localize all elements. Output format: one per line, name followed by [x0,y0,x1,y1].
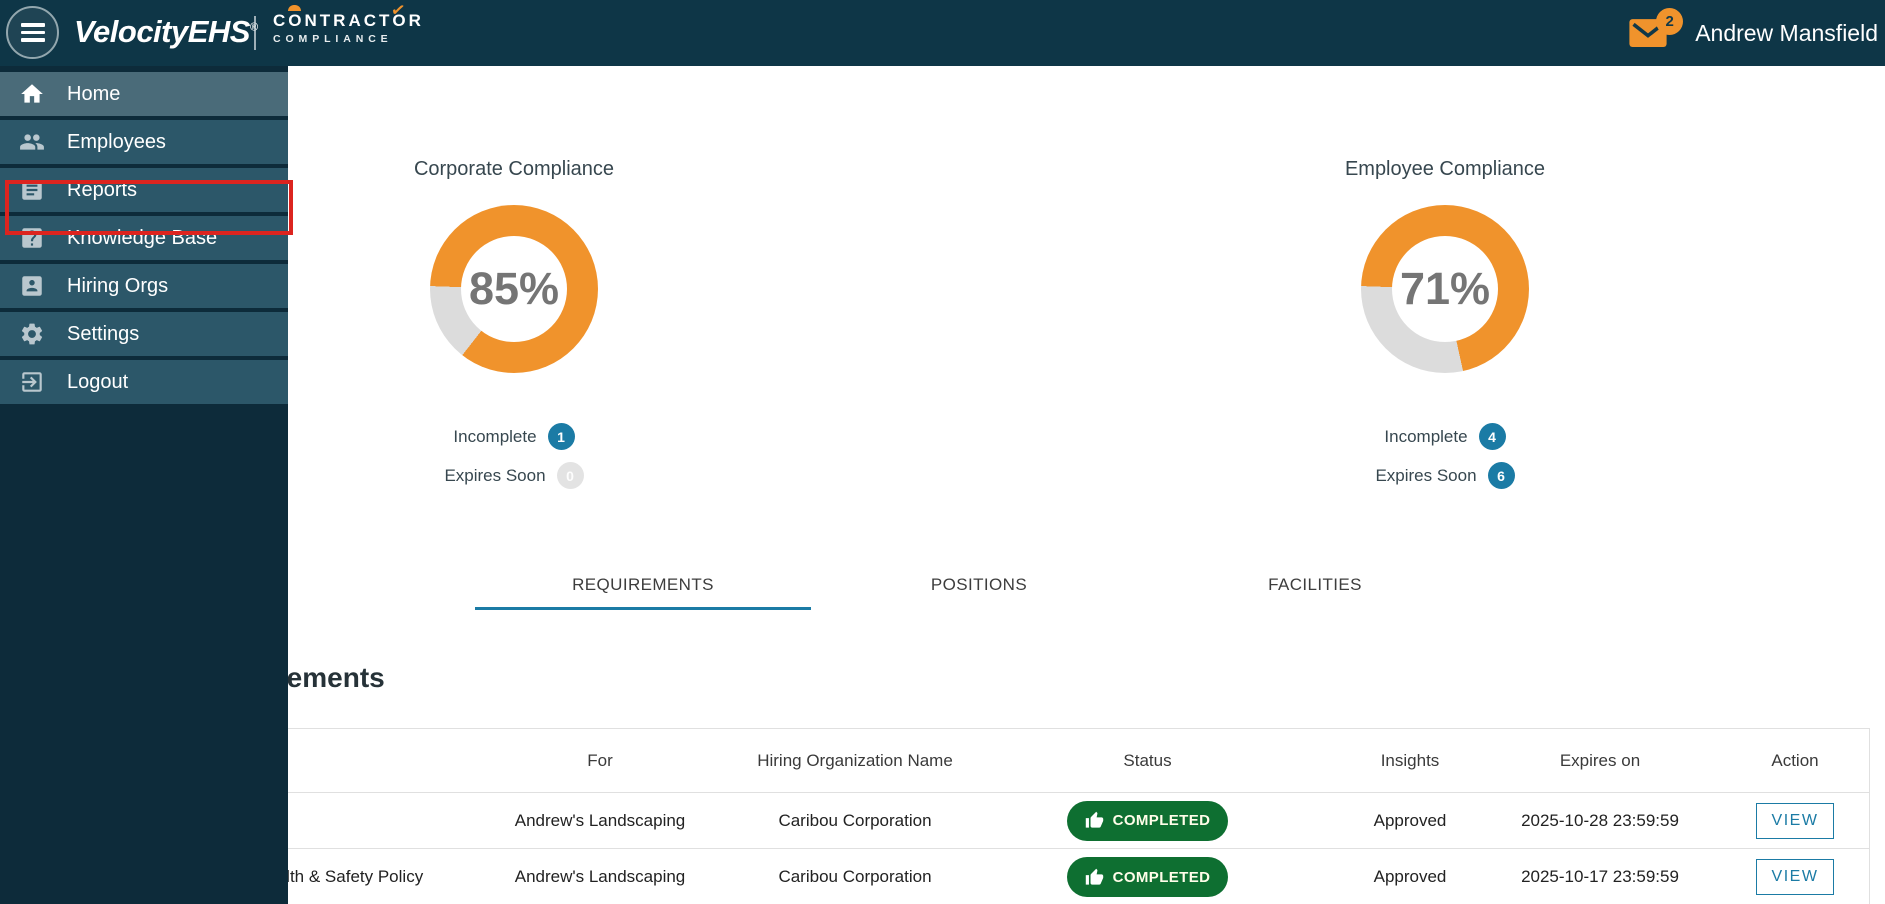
sidebar-item-label: Home [67,83,120,106]
report-icon [19,177,45,203]
compliance-card: Corporate Compliance 85% Incomplete 1 Ex… [330,158,698,489]
column-header-action: Action [1720,751,1870,771]
status-badge: COMPLETED [1067,857,1229,897]
sidebar-item-label: Hiring Orgs [67,275,168,298]
cell-hiring-org: Caribou Corporation [755,811,955,831]
cell-for: Andrew's Landscaping [445,867,755,887]
sidebar-item-label: Logout [67,371,128,394]
people-icon [19,129,45,155]
status-badge: COMPLETED [1067,801,1229,841]
stat-row: Incomplete 4 [1261,423,1629,450]
stat-label: Incomplete [453,427,536,447]
donut-chart: 71% [1361,205,1529,373]
hamburger-menu-icon[interactable] [6,6,59,59]
sidebar-item-hiring-orgs[interactable]: Hiring Orgs [0,264,288,308]
app-header: VelocityEHS® CONTRACTO✓R COMPLIANCE 2 An… [0,0,1885,66]
stat-row: Expires Soon 6 [1261,462,1629,489]
sidebar-item-knowledge-base[interactable]: Knowledge Base [0,216,288,260]
sidebar-item-label: Employees [67,131,166,154]
sidebar-item-settings[interactable]: Settings [0,312,288,356]
sidebar-nav: Home Employees Reports Knowledge Base Hi… [0,66,288,904]
tab-facilities[interactable]: FACILITIES [1147,562,1483,610]
cell-action: VIEW [1720,859,1870,895]
hardhat-icon [288,5,301,11]
cell-expires-on: 2025-10-17 23:59:59 [1480,867,1720,887]
view-button[interactable]: VIEW [1756,859,1835,895]
sidebar-item-reports[interactable]: Reports [0,168,288,212]
compliance-card: Employee Compliance 71% Incomplete 4 Exp… [1261,158,1629,489]
page: VelocityEHS® CONTRACTO✓R COMPLIANCE 2 An… [0,0,1885,904]
column-header-for: For [445,751,755,771]
brand-name: VelocityEHS [74,14,250,49]
checkmark-icon: ✓ [390,1,410,21]
compliance-card-title: Corporate Compliance [330,158,698,181]
compliance-stats: Incomplete 4 Expires Soon 6 [1261,423,1629,489]
thumbs-up-icon [1085,811,1104,830]
requirements-table: ForHiring Organization NameStatusInsight… [10,728,1870,904]
compliance-stats: Incomplete 1 Expires Soon 0 [330,423,698,489]
tab-positions[interactable]: POSITIONS [811,562,1147,610]
mail-icon[interactable]: 2 [1629,16,1669,50]
stat-label: Incomplete [1384,427,1467,447]
sidebar-item-employees[interactable]: Employees [0,120,288,164]
sidebar-item-logout[interactable]: Logout [0,360,288,404]
donut-chart: 85% [430,205,598,373]
donut-percent-label: 71% [1361,205,1529,373]
help-icon [19,225,45,251]
tab-bar: REQUIREMENTSPOSITIONSFACILITIES [475,562,1483,610]
cell-hiring-org: Caribou Corporation [755,867,955,887]
stat-row: Expires Soon 0 [330,462,698,489]
mail-count-badge: 2 [1656,8,1683,35]
sidebar-item-label: Knowledge Base [67,227,217,250]
gear-icon [19,321,45,347]
stat-count-badge: 6 [1488,462,1515,489]
cell-action: VIEW [1720,803,1870,839]
table-row: Health & Safety Policy Andrew's Landscap… [10,849,1869,904]
sidebar-item-label: Reports [67,179,137,202]
cell-insights: Approved [1340,867,1480,887]
cell-expires-on: 2025-10-28 23:59:59 [1480,811,1720,831]
stat-count-badge: 1 [548,423,575,450]
product-logo: CONTRACTO✓R COMPLIANCE [273,12,424,45]
stat-label: Expires Soon [444,466,545,486]
sidebar-item-label: Settings [67,323,139,346]
thumbs-up-icon [1085,868,1104,887]
view-button[interactable]: VIEW [1756,803,1835,839]
product-line2: COMPLIANCE [273,34,424,45]
id-badge-icon [19,273,45,299]
status-label: COMPLETED [1113,869,1211,886]
brand-divider [254,16,256,50]
stat-count-badge: 4 [1479,423,1506,450]
home-icon [19,81,45,107]
column-header-status: Status [955,751,1340,771]
column-header-expires-on: Expires on [1480,751,1720,771]
column-header-hiring-organization-name: Hiring Organization Name [755,751,955,771]
status-label: COMPLETED [1113,812,1211,829]
donut-percent-label: 85% [430,205,598,373]
logout-icon [19,369,45,395]
sidebar-item-home[interactable]: Home [0,72,288,116]
cell-insights: Approved [1340,811,1480,831]
cell-status: COMPLETED [955,801,1340,841]
table-row: Andrew's Landscaping Caribou Corporation… [10,793,1869,849]
product-line1: CONTRACTO✓R [273,12,424,29]
user-name[interactable]: Andrew Mansfield [1695,20,1878,47]
tab-requirements[interactable]: REQUIREMENTS [475,562,811,610]
compliance-card-title: Employee Compliance [1261,158,1629,181]
stat-row: Incomplete 1 [330,423,698,450]
cell-status: COMPLETED [955,857,1340,897]
cell-for: Andrew's Landscaping [445,811,755,831]
column-header-insights: Insights [1340,751,1480,771]
brand-logo: VelocityEHS® [74,14,258,50]
stat-count-badge: 0 [557,462,584,489]
stat-label: Expires Soon [1375,466,1476,486]
table-header-row: ForHiring Organization NameStatusInsight… [10,729,1869,793]
